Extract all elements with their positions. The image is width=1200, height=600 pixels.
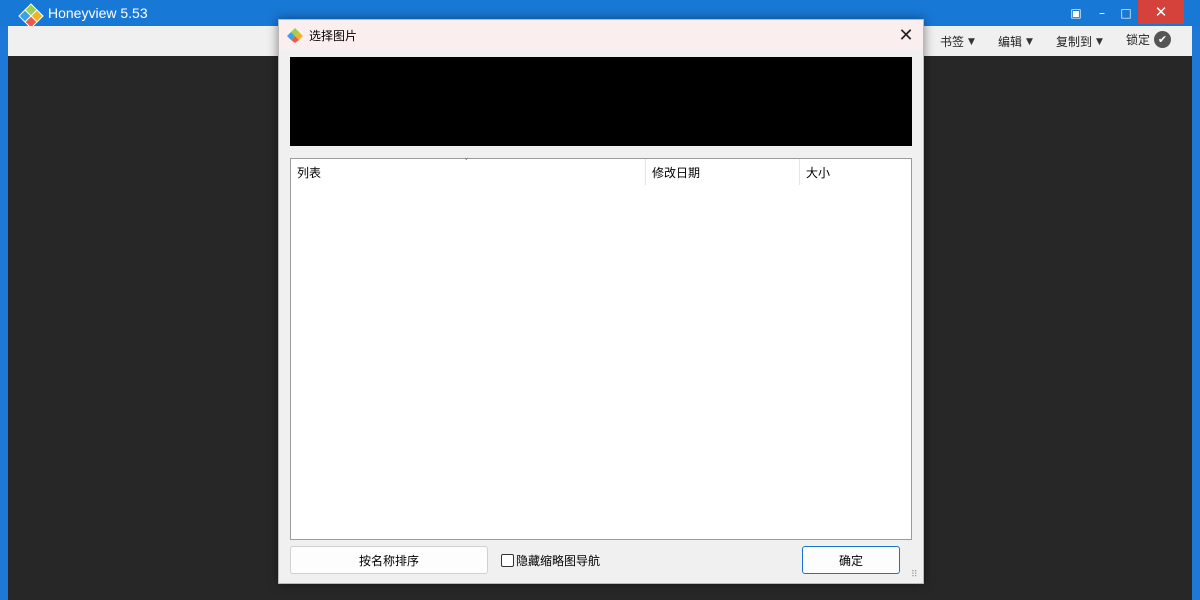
file-list[interactable]: 列表 ˅ 修改日期 大小 <box>290 158 912 540</box>
honeyview-logo-icon <box>287 28 303 43</box>
column-header-size-label: 大小 <box>806 165 831 180</box>
dialog-title: 选择图片 <box>309 29 358 43</box>
check-circle-icon: ✔ <box>1154 31 1172 48</box>
sort-indicator-icon: ˅ <box>464 158 469 168</box>
column-header-modified-date[interactable]: 修改日期 <box>646 159 800 185</box>
chevron-down-icon: ▼ <box>1096 36 1103 47</box>
thumbnail-preview-strip[interactable] <box>290 57 912 146</box>
close-icon: ✕ <box>1154 3 1168 21</box>
sort-by-name-label: 按名称排序 <box>358 553 419 568</box>
select-image-dialog: 选择图片 ✕ 列表 ˅ 修改日期 大小 按名称排序 隐藏缩略图导航 确定 ⠿ <box>278 19 924 584</box>
column-header-list[interactable]: 列表 <box>291 159 646 185</box>
snap-window-button[interactable]: ▣ <box>1066 2 1086 24</box>
copy-to-label: 复制到 <box>1056 35 1093 49</box>
maximize-button[interactable]: □ <box>1116 2 1136 24</box>
column-header-modified-date-label: 修改日期 <box>652 165 701 180</box>
maximize-icon: □ <box>1120 6 1132 20</box>
edit-menu-button[interactable]: 编辑 ▼ <box>998 33 1033 50</box>
chevron-down-icon: ▼ <box>1026 36 1033 47</box>
close-icon: ✕ <box>898 24 914 46</box>
dialog-titlebar[interactable]: 选择图片 ✕ <box>279 20 923 50</box>
bookmark-label: 书签 <box>940 35 965 49</box>
close-window-button[interactable]: ✕ <box>1138 0 1184 24</box>
resize-grip-icon[interactable]: ⠿ <box>911 571 918 580</box>
copy-to-menu-button[interactable]: 复制到 ▼ <box>1056 33 1103 50</box>
snap-icon: ▣ <box>1070 6 1082 20</box>
column-header-size[interactable]: 大小 <box>800 159 911 185</box>
dialog-close-button[interactable]: ✕ <box>893 22 919 48</box>
column-header-list-label: 列表 <box>297 165 322 180</box>
sort-by-name-button[interactable]: 按名称排序 <box>290 546 488 574</box>
lock-toggle-button[interactable]: 锁定 ✔ <box>1126 31 1172 48</box>
hide-thumbnail-nav-label: 隐藏缩略图导航 <box>516 554 601 568</box>
ok-button[interactable]: 确定 <box>802 546 900 574</box>
minimize-icon: – <box>1099 6 1105 20</box>
lock-label: 锁定 <box>1126 33 1151 47</box>
file-list-header: 列表 ˅ 修改日期 大小 <box>291 159 911 185</box>
ok-button-label: 确定 <box>838 553 863 568</box>
app-title: Honeyview 5.53 <box>48 5 148 21</box>
minimize-button[interactable]: – <box>1092 2 1112 24</box>
file-list-body[interactable] <box>291 185 911 539</box>
hide-thumbnail-nav-checkbox[interactable]: 隐藏缩略图导航 <box>501 552 600 569</box>
bookmark-menu-button[interactable]: 书签 ▼ <box>940 33 975 50</box>
chevron-down-icon: ▼ <box>968 36 975 47</box>
edit-label: 编辑 <box>998 35 1023 49</box>
checkbox-box[interactable] <box>501 554 514 567</box>
